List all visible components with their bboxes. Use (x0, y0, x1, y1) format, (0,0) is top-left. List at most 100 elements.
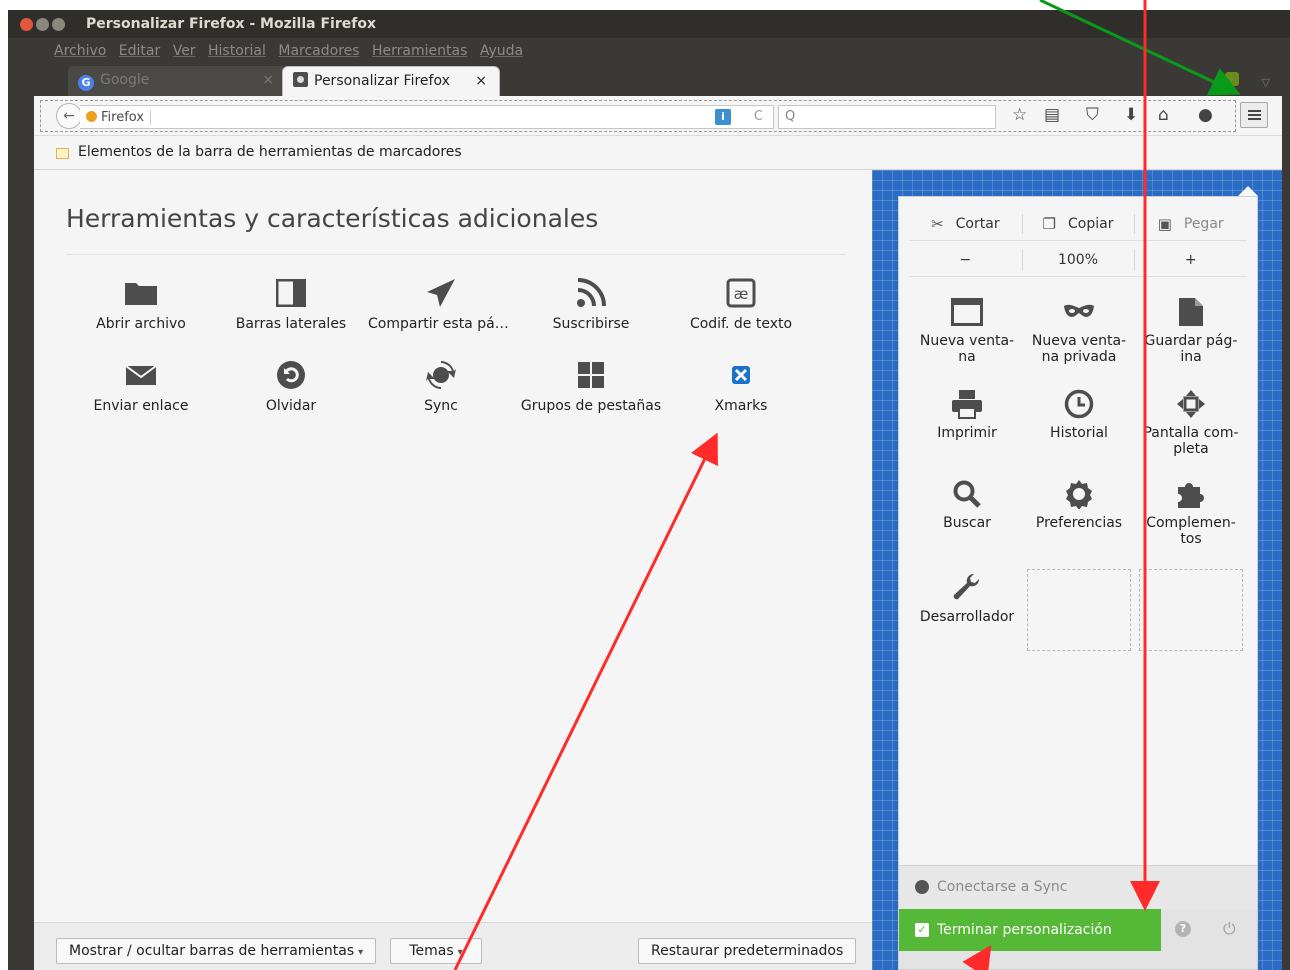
tab-close-icon[interactable]: × (475, 67, 487, 95)
customize-footer: Mostrar / ocultar barras de herramientas… (34, 922, 872, 970)
toolbars-toggle-button[interactable]: Mostrar / ocultar barras de herramientas… (56, 938, 377, 964)
restore-defaults-button[interactable]: Restaurar predeterminados (638, 938, 857, 964)
panel-item-fullscreen[interactable]: Pantalla com- pleta (1135, 387, 1247, 457)
panel-item-save-page[interactable]: Guardar pág- ina (1135, 295, 1247, 365)
info-icon[interactable]: i (715, 109, 731, 125)
preferences-icon (1066, 480, 1092, 509)
downloads-icon[interactable]: ⬇ (1124, 105, 1138, 125)
palette-item-compartir[interactable]: Compartir esta pág... (366, 276, 516, 332)
window-maximize-button[interactable] (52, 18, 65, 31)
share-icon (427, 279, 455, 307)
menu-marcadores[interactable]: Marcadores (278, 43, 359, 59)
bookmarks-menu-icon[interactable]: ▤ (1044, 105, 1060, 125)
palette-item-sync[interactable]: Sync (366, 358, 516, 414)
pocket-icon[interactable]: ⛉ (1086, 105, 1099, 125)
list-all-tabs-icon[interactable]: ▽ (1262, 76, 1270, 89)
site-identity[interactable]: Firefox (86, 110, 152, 125)
tab-groups-icon (578, 362, 604, 388)
themes-button[interactable]: Temas ▾ (390, 938, 482, 964)
panel-item-developer[interactable]: Desarrollador (911, 571, 1023, 625)
window-minimize-button[interactable] (36, 18, 49, 31)
tabstrip-controls: ▽ (1225, 72, 1270, 90)
search-icon (953, 480, 981, 508)
open-menu-button[interactable] (1240, 102, 1268, 128)
bookmark-star-icon[interactable]: ☆ (1012, 105, 1027, 125)
zoom-reset-button[interactable]: 100% (1021, 243, 1135, 276)
search-bar[interactable]: Q (778, 105, 996, 129)
palette-item-codif-texto[interactable]: æ Codif. de texto (666, 276, 816, 332)
google-icon: G (78, 75, 94, 91)
panel-item-label: Pantalla com- pleta (1143, 425, 1239, 457)
window-close-button[interactable] (20, 18, 33, 31)
panel-item-history[interactable]: Historial (1023, 387, 1135, 441)
title-bar: Personalizar Firefox - Mozilla Firefox (8, 10, 1290, 38)
menu-ayuda[interactable]: Ayuda (480, 43, 523, 59)
paste-button[interactable]: ▣ Pegar (1134, 207, 1247, 240)
panel-item-new-window[interactable]: Nueva venta- na (911, 295, 1023, 365)
scissors-icon: ✂ (931, 214, 944, 233)
zoom-out-button[interactable]: − (909, 243, 1022, 276)
button-label: Restaurar predeterminados (651, 943, 844, 959)
panel-footer: ✓ Terminar personalización ? ⏻ (899, 909, 1257, 969)
menu-historial[interactable]: Historial (208, 43, 266, 59)
menu-archivo[interactable]: Archivo (54, 43, 106, 59)
forget-icon (277, 361, 305, 389)
panel-item-label: Nueva venta- na (919, 333, 1015, 365)
folder-icon (125, 283, 157, 305)
panel-item-addons[interactable]: Complemen- tos (1135, 477, 1247, 547)
window-title: Personalizar Firefox - Mozilla Firefox (86, 16, 376, 32)
menu-herramientas[interactable]: Herramientas (372, 43, 467, 59)
palette-item-label: Enviar enlace (93, 398, 189, 414)
finish-customization-button[interactable]: ✓ Terminar personalización (899, 909, 1161, 951)
back-button[interactable]: ← (56, 103, 82, 129)
palette-item-grupos-pestanas[interactable]: Grupos de pestañas (516, 358, 666, 414)
panel-item-preferences[interactable]: Preferencias (1023, 477, 1135, 531)
button-label: Temas (409, 943, 454, 959)
quit-icon[interactable]: ⏻ (1223, 919, 1236, 939)
tab-personalizar[interactable]: Personalizar Firefox × (282, 66, 500, 96)
panel-item-label: Complemen- tos (1146, 515, 1236, 547)
bookmarks-toolbar-items[interactable]: Elementos de la barra de herramientas de… (78, 144, 462, 160)
copy-icon: ❐ (1042, 214, 1056, 233)
panel-item-search[interactable]: Buscar (911, 477, 1023, 531)
xmarks-icon (732, 366, 750, 384)
hello-icon[interactable]: ● (1198, 105, 1213, 125)
check-icon: ✓ (915, 923, 929, 937)
navigation-toolbar: ← Firefox i C Q ☆ ▤ ⛉ ⬇ ⌂ ● (34, 96, 1282, 136)
palette-item-xmarks[interactable]: Xmarks (666, 358, 816, 414)
url-bar[interactable]: Firefox i C (80, 105, 774, 129)
rss-icon (577, 278, 606, 307)
menu-ver[interactable]: Ver (173, 43, 196, 59)
palette-item-suscribirse[interactable]: Suscribirse (516, 276, 666, 332)
copy-button[interactable]: ❐ Copiar (1021, 207, 1135, 240)
palette-item-enviar-enlace[interactable]: Enviar enlace (66, 358, 216, 414)
tab-groups-icon[interactable] (1225, 72, 1240, 86)
panel-item-label: Desarrollador (919, 609, 1015, 625)
palette-item-olvidar[interactable]: Olvidar (216, 358, 366, 414)
chevron-down-icon: ▾ (457, 947, 463, 958)
zoom-in-button[interactable]: + (1134, 243, 1247, 276)
chevron-down-icon: ▾ (358, 947, 364, 958)
palette-item-barras-laterales[interactable]: Barras laterales (216, 276, 366, 332)
new-window-icon (951, 298, 983, 326)
reload-icon[interactable]: C (754, 109, 763, 124)
tab-google[interactable]: G Google × (68, 66, 286, 96)
palette-item-label: Barras laterales (235, 316, 347, 332)
panel-item-label: Imprimir (937, 425, 997, 441)
help-icon[interactable]: ? (1175, 921, 1191, 937)
tab-close-icon[interactable]: × (262, 66, 274, 94)
home-icon[interactable]: ⌂ (1158, 105, 1169, 125)
panel-item-print[interactable]: Imprimir (911, 387, 1023, 441)
developer-icon (953, 573, 980, 600)
panel-item-private-window[interactable]: Nueva venta- na privada (1023, 295, 1135, 365)
panel-drop-area: ✂ Cortar ❐ Copiar ▣ Pegar − 100% + Nueva ve… (872, 170, 1282, 970)
addons-icon (1178, 483, 1204, 508)
cut-button[interactable]: ✂ Cortar (909, 207, 1022, 240)
palette-item-label: Olvidar (265, 398, 317, 414)
hamburger-line (1248, 110, 1261, 112)
sync-status[interactable]: Conectarse a Sync (899, 865, 1257, 909)
palette-item-abrir-archivo[interactable]: Abrir archivo (66, 276, 216, 332)
panel-item-label: Buscar (943, 515, 991, 531)
history-icon (1064, 389, 1094, 419)
menu-editar[interactable]: Editar (119, 43, 160, 59)
